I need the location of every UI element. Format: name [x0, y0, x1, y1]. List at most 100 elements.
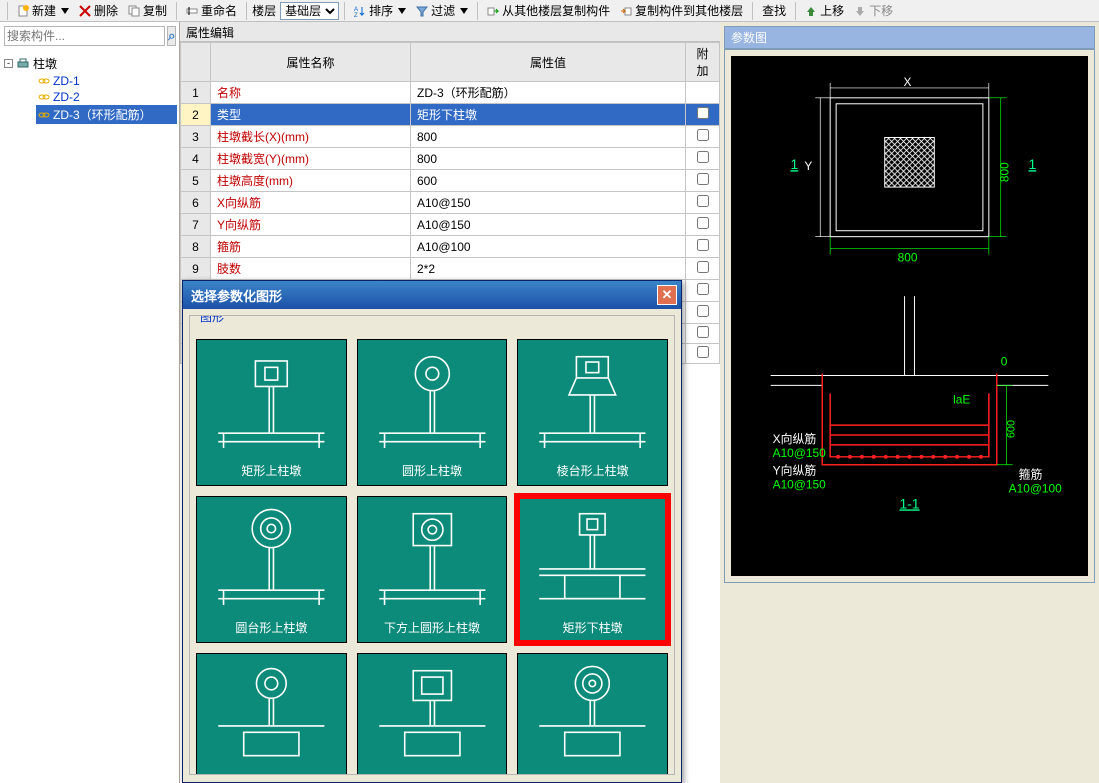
- copy-to-button[interactable]: 复制构件到其他楼层: [616, 1, 747, 20]
- rename-button[interactable]: 重命名: [182, 1, 241, 20]
- dialog-titlebar[interactable]: 选择参数化图形 ✕: [183, 281, 681, 309]
- prop-value[interactable]: 800: [411, 148, 686, 170]
- extra-checkbox[interactable]: [697, 217, 709, 229]
- extra-checkbox[interactable]: [697, 261, 709, 273]
- prop-name: 肢数: [211, 258, 411, 280]
- prop-name: 柱墩高度(mm): [211, 170, 411, 192]
- svg-text:laE: laE: [953, 392, 970, 406]
- extra-checkbox[interactable]: [697, 151, 709, 163]
- dropdown-icon: [460, 8, 468, 14]
- search-button[interactable]: ⌕: [167, 26, 176, 46]
- svg-text:600: 600: [1006, 420, 1018, 438]
- extra-checkbox[interactable]: [697, 326, 709, 338]
- tree-item[interactable]: ZD-2: [36, 89, 177, 105]
- tree-item[interactable]: ZD-1: [36, 73, 177, 89]
- move-up-button[interactable]: 上移: [801, 1, 848, 20]
- tree-root[interactable]: - 柱墩: [2, 54, 177, 73]
- shape-tile[interactable]: [517, 653, 668, 775]
- move-down-button[interactable]: 下移: [850, 1, 897, 20]
- svg-text:A10@100: A10@100: [1009, 482, 1062, 496]
- prop-name: Y向纵筋: [211, 214, 411, 236]
- property-row[interactable]: 7Y向纵筋A10@150: [181, 214, 720, 236]
- extra-checkbox[interactable]: [697, 195, 709, 207]
- prop-extra[interactable]: [686, 302, 720, 324]
- property-panel-title: 属性编辑: [180, 22, 720, 42]
- extra-checkbox[interactable]: [697, 346, 709, 358]
- prop-extra[interactable]: [686, 214, 720, 236]
- copy-from-button[interactable]: 从其他楼层复制构件: [483, 1, 614, 20]
- property-row[interactable]: 1名称ZD-3（环形配筋）: [181, 82, 720, 104]
- shape-tile[interactable]: [196, 653, 347, 775]
- row-number: 8: [181, 236, 211, 258]
- copy-button[interactable]: 复制: [124, 1, 171, 20]
- prop-extra[interactable]: [686, 148, 720, 170]
- prop-value[interactable]: A10@150: [411, 192, 686, 214]
- chain-icon: [38, 109, 50, 121]
- search-input[interactable]: [4, 26, 165, 46]
- delete-label: 删除: [94, 2, 118, 19]
- arrow-up-icon: [805, 5, 817, 17]
- shape-tile[interactable]: 圆形上柱墩: [357, 339, 508, 486]
- prop-extra[interactable]: [686, 236, 720, 258]
- main-toolbar: 新建 删除 复制 重命名 楼层 基础层 AZ 排序 过滤 从其他楼层复制构件 复…: [0, 0, 1099, 22]
- prop-value[interactable]: ZD-3（环形配筋）: [411, 82, 686, 104]
- prop-name: 柱墩截长(X)(mm): [211, 126, 411, 148]
- collapse-icon[interactable]: -: [4, 59, 13, 68]
- extra-checkbox[interactable]: [697, 283, 709, 295]
- prop-extra[interactable]: [686, 126, 720, 148]
- tree-item[interactable]: ZD-3（环形配筋）: [36, 105, 177, 124]
- property-row[interactable]: 6X向纵筋A10@150: [181, 192, 720, 214]
- extra-checkbox[interactable]: [697, 305, 709, 317]
- property-row[interactable]: 9肢数2*2: [181, 258, 720, 280]
- prop-extra[interactable]: [686, 192, 720, 214]
- prop-extra[interactable]: [686, 104, 720, 126]
- prop-value[interactable]: 矩形下柱墩: [411, 104, 686, 126]
- shape-tile[interactable]: 矩形上柱墩: [196, 339, 347, 486]
- find-button[interactable]: 查找: [758, 1, 790, 20]
- shape-tile[interactable]: 棱台形上柱墩: [517, 339, 668, 486]
- prop-value[interactable]: A10@150: [411, 214, 686, 236]
- property-row[interactable]: 8箍筋A10@100: [181, 236, 720, 258]
- shape-tile[interactable]: 矩形下柱墩: [517, 496, 668, 643]
- col-name: 属性名称: [211, 43, 411, 82]
- shape-label: 下方上圆形上柱墩: [384, 619, 480, 642]
- delete-button[interactable]: 删除: [75, 1, 122, 20]
- dialog-close-button[interactable]: ✕: [657, 285, 677, 305]
- sort-label: 排序: [369, 2, 393, 19]
- prop-extra[interactable]: [686, 170, 720, 192]
- filter-button[interactable]: 过滤: [412, 1, 472, 20]
- floor-select[interactable]: 基础层: [280, 2, 339, 20]
- extra-checkbox[interactable]: [697, 107, 709, 119]
- property-row[interactable]: 5柱墩高度(mm)600: [181, 170, 720, 192]
- delete-icon: [79, 5, 91, 17]
- parameter-drawing: X 800 800: [731, 56, 1088, 576]
- property-row[interactable]: 3柱墩截长(X)(mm)800: [181, 126, 720, 148]
- col-extra: 附加: [686, 43, 720, 82]
- new-button[interactable]: 新建: [13, 1, 73, 20]
- prop-value[interactable]: 2*2: [411, 258, 686, 280]
- sort-button[interactable]: AZ 排序: [350, 1, 410, 20]
- extra-checkbox[interactable]: [697, 239, 709, 251]
- prop-extra[interactable]: [686, 258, 720, 280]
- new-icon: [17, 5, 29, 17]
- shape-tile[interactable]: 圆台形上柱墩: [196, 496, 347, 643]
- svg-text:0: 0: [1001, 355, 1008, 369]
- extra-checkbox[interactable]: [697, 129, 709, 141]
- shape-tile[interactable]: 下方上圆形上柱墩: [357, 496, 508, 643]
- chain-icon: [38, 91, 50, 103]
- shape-tile[interactable]: [357, 653, 508, 775]
- shape-preview: [518, 503, 667, 620]
- filter-label: 过滤: [431, 2, 455, 19]
- property-row[interactable]: 2类型矩形下柱墩: [181, 104, 720, 126]
- prop-value[interactable]: A10@100: [411, 236, 686, 258]
- prop-extra[interactable]: [686, 280, 720, 302]
- row-number: 9: [181, 258, 211, 280]
- property-row[interactable]: 4柱墩截宽(Y)(mm)800: [181, 148, 720, 170]
- extra-checkbox[interactable]: [697, 173, 709, 185]
- prop-extra[interactable]: [686, 82, 720, 104]
- prop-value[interactable]: 800: [411, 126, 686, 148]
- prop-value[interactable]: 600: [411, 170, 686, 192]
- dropdown-icon: [61, 8, 69, 14]
- filter-icon: [416, 5, 428, 17]
- row-number: 6: [181, 192, 211, 214]
